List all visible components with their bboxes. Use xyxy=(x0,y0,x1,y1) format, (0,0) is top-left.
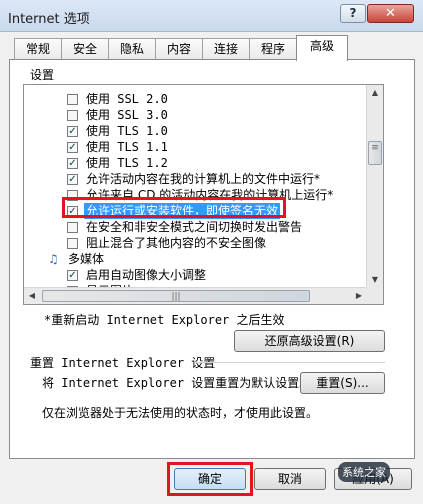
checkbox-auto-resize[interactable]: ✓ xyxy=(67,270,78,281)
tab-security[interactable]: 安全 xyxy=(61,38,109,60)
annotation-ok-box xyxy=(167,462,253,496)
checkbox-ssl2[interactable] xyxy=(67,94,78,105)
reset-heading: 重置 Internet Explorer 设置 xyxy=(30,356,216,370)
annotation-highlight-box xyxy=(62,197,286,218)
settings-label: 设置 xyxy=(30,68,55,82)
close-button[interactable]: ✕ xyxy=(367,4,414,23)
reset-separator xyxy=(196,362,385,363)
scroll-up-icon[interactable]: ▲ xyxy=(367,85,383,101)
cancel-button[interactable]: 取消 xyxy=(254,468,326,490)
settings-list[interactable]: 使用 SSL 2.0 使用 SSL 3.0 ✓ 使用 TLS 1.0 ✓ 使用 … xyxy=(23,84,384,305)
horizontal-scroll-thumb[interactable]: ||| xyxy=(42,290,310,302)
restart-note: *重新启动 Internet Explorer 之后生效 xyxy=(44,313,285,327)
help-button[interactable]: ? xyxy=(340,4,366,23)
title-bar: Internet 选项 ? ✕ xyxy=(0,0,423,32)
window-title: Internet 选项 xyxy=(8,12,90,27)
tab-connections[interactable]: 连接 xyxy=(202,38,250,60)
checkbox-tls10[interactable]: ✓ xyxy=(67,126,78,137)
checkbox-ssl3[interactable] xyxy=(67,110,78,121)
checkbox-mode-switch-warning[interactable] xyxy=(67,222,78,233)
checkbox-block-insecure-images[interactable] xyxy=(67,238,78,249)
reset-button[interactable]: 重置(S)... xyxy=(300,372,385,394)
checkbox-tls12[interactable]: ✓ xyxy=(67,158,78,169)
checkbox-active-content-files[interactable]: ✓ xyxy=(67,174,78,185)
reset-description: 将 Internet Explorer 设置重置为默认设置。 xyxy=(42,376,312,390)
tab-programs[interactable]: 程序 xyxy=(249,38,297,60)
scroll-down-icon[interactable]: ▼ xyxy=(367,272,383,288)
vertical-scrollbar[interactable]: ▲ ≡ ▼ xyxy=(366,85,383,288)
restore-advanced-button[interactable]: 还原高级设置(R) xyxy=(234,330,385,352)
tab-general[interactable]: 常规 xyxy=(14,38,62,60)
tab-privacy[interactable]: 隐私 xyxy=(108,38,156,60)
tab-advanced[interactable]: 高级 xyxy=(296,35,348,61)
scroll-left-icon[interactable]: ◀ xyxy=(24,288,40,304)
tab-content[interactable]: 内容 xyxy=(155,38,203,60)
vertical-scroll-thumb[interactable]: ≡ xyxy=(368,141,382,165)
watermark: 系统之家 xyxy=(338,462,390,482)
multimedia-icon: ♫ xyxy=(48,252,59,266)
scrollbar-corner xyxy=(366,287,383,304)
checkbox-tls11[interactable]: ✓ xyxy=(67,142,78,153)
horizontal-scrollbar[interactable]: ◀ ||| ▶ xyxy=(24,287,367,304)
scroll-right-icon[interactable]: ▶ xyxy=(351,288,367,304)
reset-note: 仅在浏览器处于无法使用的状态时，才使用此设置。 xyxy=(42,406,319,420)
